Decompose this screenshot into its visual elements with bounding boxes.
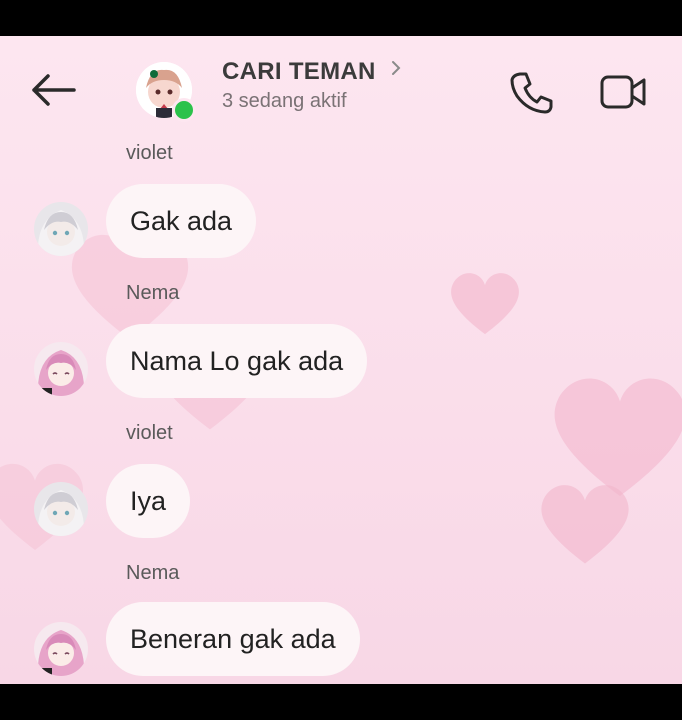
violet-avatar-image	[34, 202, 88, 256]
message-bubble[interactable]: Beneran gak ada	[106, 602, 360, 676]
message-sender-name: Nema	[126, 282, 180, 304]
message-bubble[interactable]: Nama Lo gak ada	[106, 324, 368, 398]
nema-avatar-image	[34, 342, 88, 396]
video-camera-icon	[600, 75, 646, 109]
online-status-dot	[172, 98, 196, 122]
message-bubble[interactable]: Iya	[106, 464, 191, 538]
group-name: CARI TEMAN	[222, 58, 376, 85]
background-heart-2	[451, 273, 519, 335]
back-button[interactable]	[28, 70, 80, 110]
violet-avatar[interactable]	[34, 482, 88, 536]
nema-avatar[interactable]	[34, 342, 88, 396]
bottom-black-bar	[0, 684, 682, 720]
message-sender-name: Nema	[126, 562, 180, 584]
video-call-button[interactable]	[598, 66, 650, 118]
top-black-bar	[0, 0, 682, 36]
message-bubble[interactable]: Gak ada	[106, 184, 257, 258]
message-sender-name: violet	[126, 142, 173, 164]
violet-avatar-image	[34, 482, 88, 536]
voice-call-button[interactable]	[506, 66, 558, 118]
nema-avatar-image	[34, 622, 88, 676]
violet-avatar[interactable]	[34, 202, 88, 256]
chat-screen: CARI TEMAN 3 sedang aktif violet Gak ada…	[0, 36, 682, 684]
phone-icon	[510, 72, 553, 114]
chevron-right-icon	[390, 59, 402, 83]
active-members-status: 3 sedang aktif	[222, 90, 347, 112]
background-heart-5	[541, 485, 629, 564]
group-title-button[interactable]: CARI TEMAN 3 sedang aktif	[222, 58, 402, 113]
nema-avatar[interactable]	[34, 622, 88, 676]
message-sender-name: violet	[126, 422, 173, 444]
arrow-left-icon	[32, 74, 76, 106]
chat-header: CARI TEMAN 3 sedang aktif	[0, 36, 682, 136]
